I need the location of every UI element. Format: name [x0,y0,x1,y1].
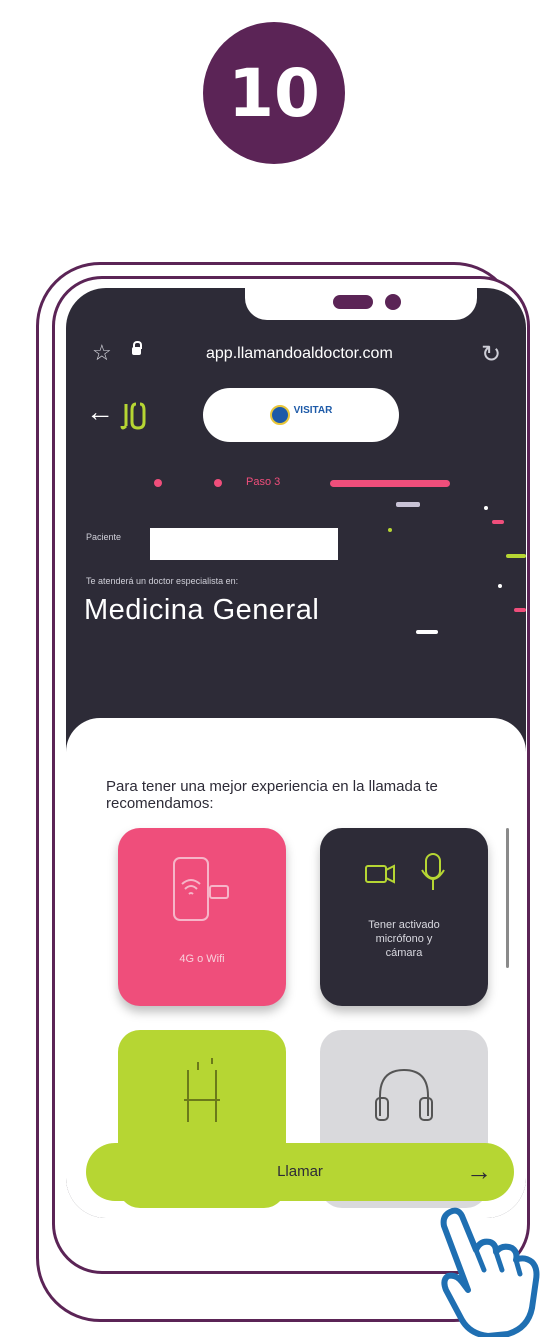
scrollbar-thumb[interactable] [506,828,509,968]
app-header: ← VISITAR [66,388,526,448]
chair-icon [184,1058,220,1122]
specialty-name: Medicina General [84,594,320,626]
decoration-dash [484,506,488,510]
step-label: Paso 3 [246,476,281,488]
step-number-badge: 10 [203,22,345,164]
camera-dot-icon [385,294,401,310]
headphones-icon [375,1068,433,1121]
brand-logo-pill: VISITAR [203,388,399,442]
patient-label: Paciente [86,532,122,542]
arrow-right-icon: → [466,1156,492,1186]
progress-dot-2 [214,479,222,487]
decoration-dash [498,584,502,588]
patient-name-field [150,528,338,560]
call-button-label: Llamar [277,1163,323,1180]
decoration-dash [492,520,504,524]
recommendations-intro: Para tener una mejor experiencia en la l… [106,778,438,812]
tile-label: Tener activado micrófono y cámara [368,919,440,959]
speaker-icon [333,295,373,309]
tile-connection: 4G o Wifi [118,828,286,1006]
progress-bar-current [330,480,450,487]
tile-camera-mic: Tener activado micrófono y cámara [320,828,488,1006]
decoration-dash [396,502,420,507]
phone-notch [245,288,477,320]
url-text[interactable]: app.llamandoaldoctor.com [206,345,393,363]
decoration-dash [388,528,392,532]
decoration-dash [416,630,438,634]
reload-icon[interactable]: ↻ [481,340,501,369]
pointing-hand-icon [440,1207,540,1337]
step-progress: Paso 3 [66,476,526,490]
decoration-dash [514,608,526,612]
brand-emblem-icon [269,405,290,425]
phone-wifi-icon [173,857,229,921]
app-logo-svg [120,402,146,430]
lock-icon [132,341,142,355]
brand-name: VISITAR [293,404,333,416]
call-button[interactable]: Llamar → [86,1143,514,1201]
camera-mic-icon [365,853,445,890]
step-number: 10 [228,54,320,132]
phone-screen: ☆ app.llamandoaldoctor.com ↻ ← VISITAR P… [66,288,526,1218]
browser-address-bar: ☆ app.llamandoaldoctor.com ↻ [66,340,526,369]
specialist-intro: Te atenderá un doctor especialista en: [86,576,239,586]
back-arrow-icon[interactable]: ← [86,396,114,428]
app-logo-icon [120,400,154,439]
tile-label: 4G o Wifi [179,953,225,965]
decoration-dash [506,554,526,558]
bookmark-star-icon[interactable]: ☆ [92,342,112,364]
progress-dot-1 [154,479,162,487]
